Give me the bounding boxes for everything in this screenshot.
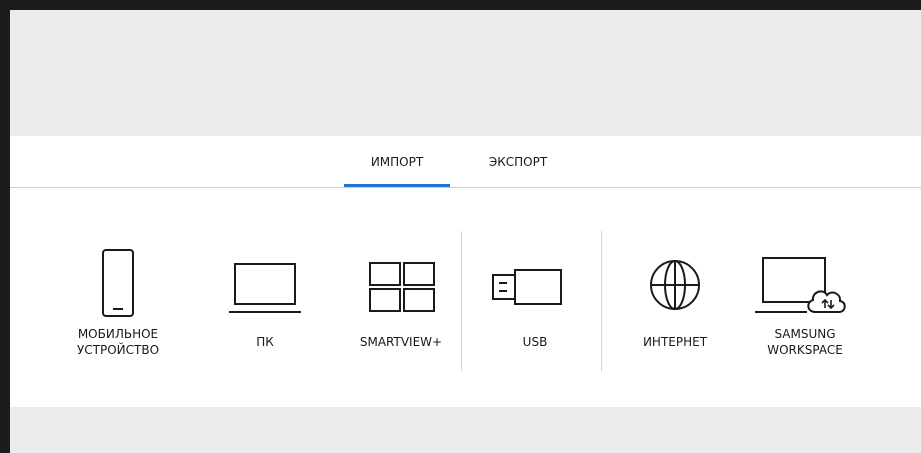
source-label: МОБИЛЬНОЕ УСТРОЙСТВО [76, 327, 160, 357]
laptop-cloud-icon [745, 240, 865, 320]
source-label: USB [522, 335, 548, 349]
source-mobile-device[interactable]: МОБИЛЬНОЕ УСТРОЙСТВО [58, 240, 178, 380]
smartphone-icon [58, 240, 178, 320]
monitor-icon [205, 240, 325, 320]
source-samsung-workspace[interactable]: SAMSUNG WORKSPACE [745, 240, 865, 380]
source-pc[interactable]: ПК [205, 240, 325, 380]
source-label: ИНТЕРНЕТ [642, 335, 708, 349]
group-divider [461, 231, 462, 371]
screen: ИМПОРТ ЭКСПОРТ МОБИЛЬНОЕ УСТРОЙСТВО ПК S… [10, 10, 921, 453]
tab-import[interactable]: ИМПОРТ [344, 136, 450, 187]
source-label: ПК [256, 335, 274, 349]
source-smartview-plus[interactable]: SMARTVIEW+ [341, 240, 461, 380]
globe-icon [615, 240, 735, 320]
source-label: SAMSUNG WORKSPACE [767, 327, 843, 357]
tab-bar: ИМПОРТ ЭКСПОРТ [10, 136, 921, 188]
usb-stick-icon [475, 240, 595, 320]
source-panel: ИМПОРТ ЭКСПОРТ МОБИЛЬНОЕ УСТРОЙСТВО ПК S… [10, 136, 921, 407]
group-divider [601, 231, 602, 371]
source-usb[interactable]: USB [475, 240, 595, 380]
tab-export[interactable]: ЭКСПОРТ [480, 136, 556, 187]
active-tab-indicator [344, 184, 450, 187]
multi-view-grid-icon [341, 240, 461, 320]
source-internet[interactable]: ИНТЕРНЕТ [615, 240, 735, 380]
source-label: SMARTVIEW+ [359, 335, 443, 349]
